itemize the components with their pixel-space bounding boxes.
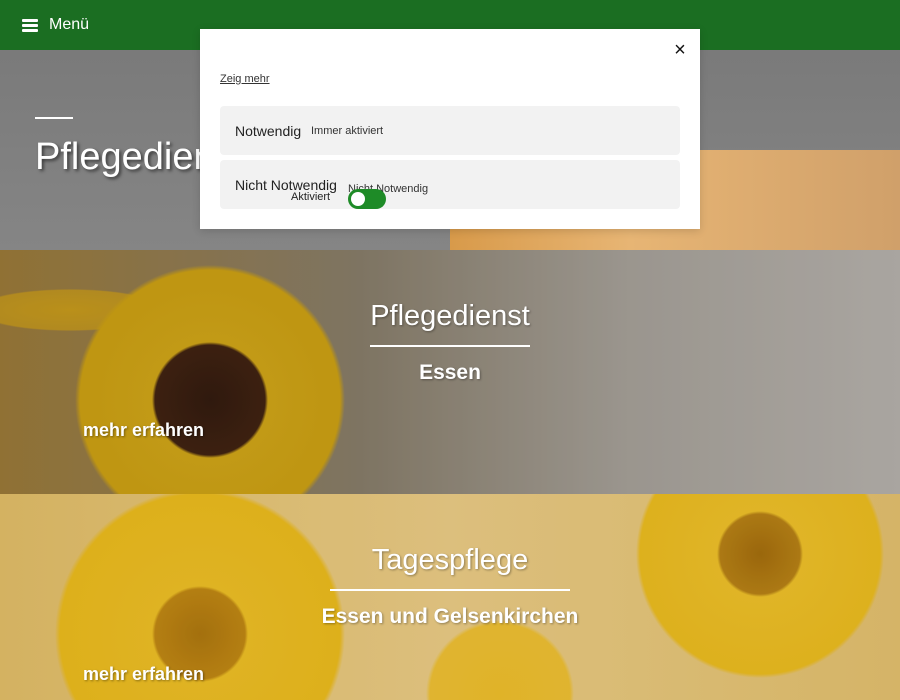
always-enabled-badge: Immer aktiviert [311,125,384,137]
block-divider [370,345,530,347]
learn-more-link[interactable]: mehr erfahren [83,664,204,685]
block-divider [330,589,570,591]
category-title: Notwendig [235,123,302,139]
learn-more-link[interactable]: mehr erfahren [83,420,204,441]
hero-accent-line [35,117,73,119]
cookie-category-necessary[interactable]: Notwendig Immer aktiviert [220,106,680,155]
show-more-link[interactable]: Zeig mehr [220,73,270,85]
block-title: Tagespflege [371,544,529,576]
block-subtitle: Essen [419,361,481,384]
service-block-tagespflege: Tagespflege Essen und Gelsenkirchen mehr… [0,494,900,700]
service-block-pflegedienst: Pflegedienst Essen mehr erfahren [0,250,900,494]
close-icon[interactable]: × [672,40,688,60]
cookie-consent-dialog: × Zeig mehr Notwendig Immer aktiviert Ni… [200,29,700,229]
toggle-knob [351,192,365,206]
block-title: Pflegedienst [370,300,530,332]
menu-label: Menü [49,16,90,33]
block-subtitle: Essen und Gelsenkirchen [321,605,579,628]
toggle-label: Aktiviert [291,191,331,203]
cookie-category-non-necessary[interactable]: Nicht Notwendig Nicht Notwendig Aktivier… [220,160,680,209]
hamburger-icon [22,18,38,32]
consent-toggle[interactable] [348,189,386,209]
